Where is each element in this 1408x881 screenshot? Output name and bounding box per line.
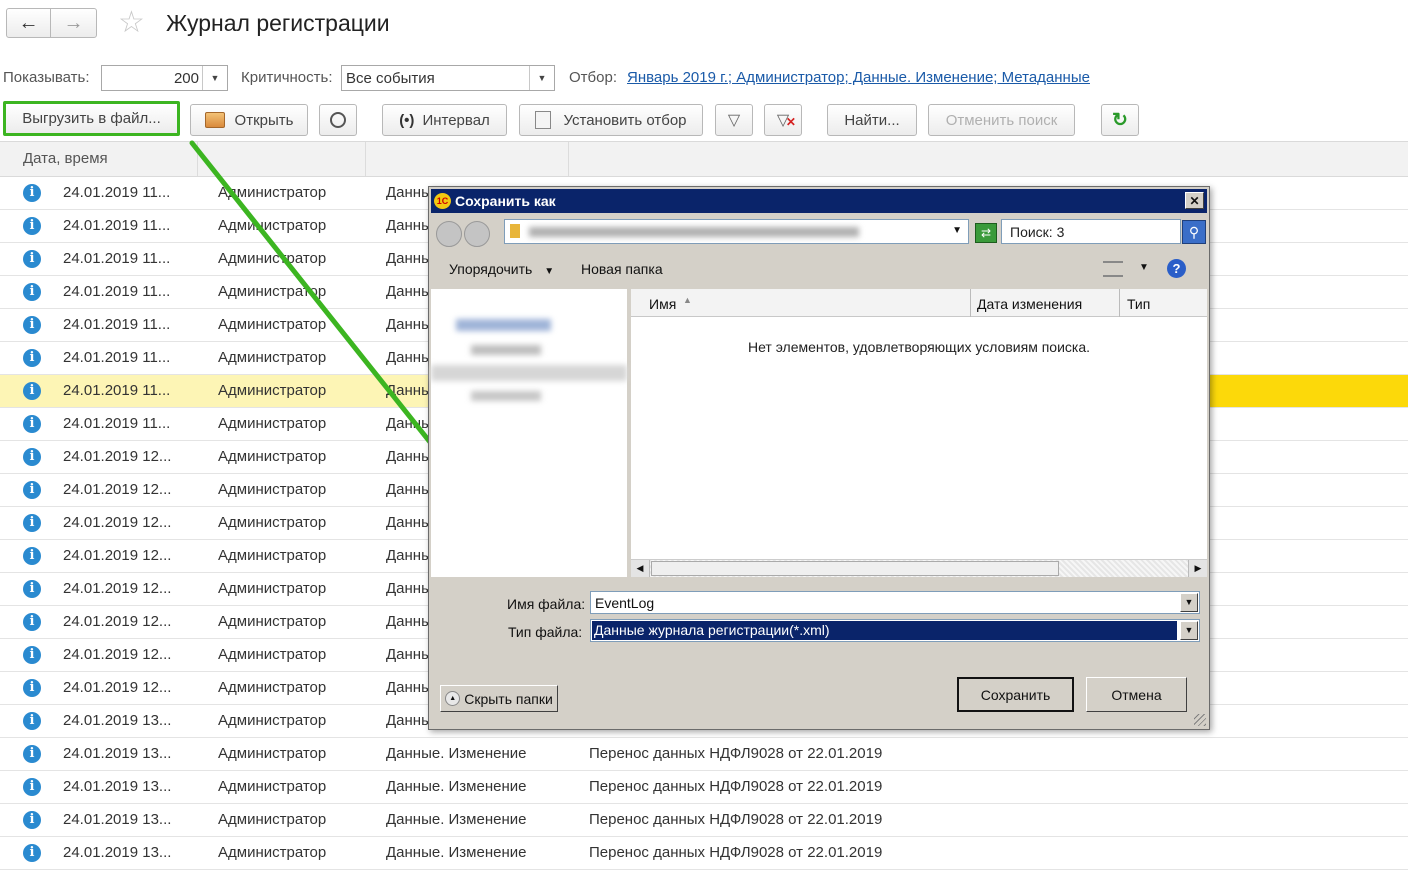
file-list[interactable]: Имя ▲ Дата изменения Тип Нет элементов, … [631, 289, 1207, 577]
refresh-icon[interactable]: ⇄ [975, 223, 997, 243]
organize-menu[interactable]: Упорядочить ▼ [449, 261, 554, 277]
new-folder-button[interactable]: Новая папка [581, 261, 663, 277]
chevron-down-icon[interactable]: ▼ [1180, 593, 1198, 612]
save-button[interactable]: Сохранить [957, 677, 1074, 712]
address-path-blurred [529, 227, 859, 237]
horizontal-scrollbar[interactable]: ◀ ▶ [631, 559, 1207, 577]
search-icon[interactable]: ⚲ [1182, 220, 1206, 244]
view-options-icon[interactable] [1103, 261, 1123, 277]
empty-results-message: Нет элементов, удовлетворяющих условиям … [747, 339, 1091, 355]
resize-grip-icon[interactable] [1194, 714, 1206, 726]
search-field[interactable]: Поиск: 3 [1001, 219, 1181, 244]
app-logo-icon: 1С [434, 193, 451, 209]
close-icon: ✕ [1189, 193, 1200, 208]
cancel-button[interactable]: Отмена [1086, 677, 1187, 712]
address-bar[interactable]: ▼ [504, 219, 969, 244]
organize-label: Упорядочить [449, 261, 533, 277]
scroll-right-button[interactable]: ▶ [1188, 560, 1207, 577]
chevron-down-icon[interactable]: ▼ [952, 225, 962, 236]
filetype-select[interactable]: Данные журнала регистрации(*.xml) ▼ [590, 619, 1200, 642]
close-button[interactable]: ✕ [1185, 192, 1204, 209]
filetype-label: Тип файла: [508, 624, 583, 640]
dialog-title-bar: 1С Сохранить как ✕ [431, 189, 1207, 213]
scroll-thumb[interactable] [651, 561, 1059, 576]
help-icon[interactable]: ? [1167, 259, 1186, 278]
filetype-value: Данные журнала регистрации(*.xml) [592, 621, 1177, 640]
blurred-tree-item [456, 319, 551, 331]
filename-field[interactable]: EventLog ▼ [590, 591, 1200, 614]
chevron-down-icon[interactable]: ▼ [1139, 262, 1149, 273]
column-divider [1119, 289, 1120, 317]
search-placeholder: Поиск: 3 [1010, 224, 1065, 240]
cancel-label: Отмена [1111, 686, 1162, 703]
chevron-down-icon: ▼ [544, 266, 555, 277]
filename-value: EventLog [595, 595, 655, 611]
folder-navigation-pane[interactable] [431, 289, 627, 577]
folder-icon [510, 224, 520, 238]
scroll-left-button[interactable]: ◀ [631, 560, 650, 577]
column-divider [970, 289, 971, 317]
sort-ascending-icon: ▲ [683, 295, 692, 305]
blurred-tree-item [471, 345, 541, 355]
chevron-up-icon: ▲ [445, 691, 461, 706]
column-date-modified[interactable]: Дата изменения [977, 296, 1082, 312]
save-as-dialog: 1С Сохранить как ✕ ▼ ⇄ Поиск: 3 ⚲ Упоряд… [428, 186, 1210, 730]
blurred-tree-item [471, 391, 541, 401]
chevron-down-icon[interactable]: ▼ [1180, 621, 1198, 640]
save-label: Сохранить [980, 686, 1051, 703]
dialog-title: Сохранить как [455, 193, 556, 209]
column-type[interactable]: Тип [1127, 296, 1150, 312]
hide-folders-button[interactable]: ▲ Скрыть папки [440, 685, 558, 712]
hide-folders-label: Скрыть папки [464, 690, 553, 707]
blurred-tree-item [431, 365, 627, 381]
nav-back-button[interactable] [436, 221, 462, 247]
nav-forward-button[interactable] [464, 221, 490, 247]
column-name[interactable]: Имя [649, 296, 676, 312]
file-list-header: Имя ▲ Дата изменения Тип [631, 289, 1207, 317]
filename-label: Имя файла: [507, 596, 586, 612]
